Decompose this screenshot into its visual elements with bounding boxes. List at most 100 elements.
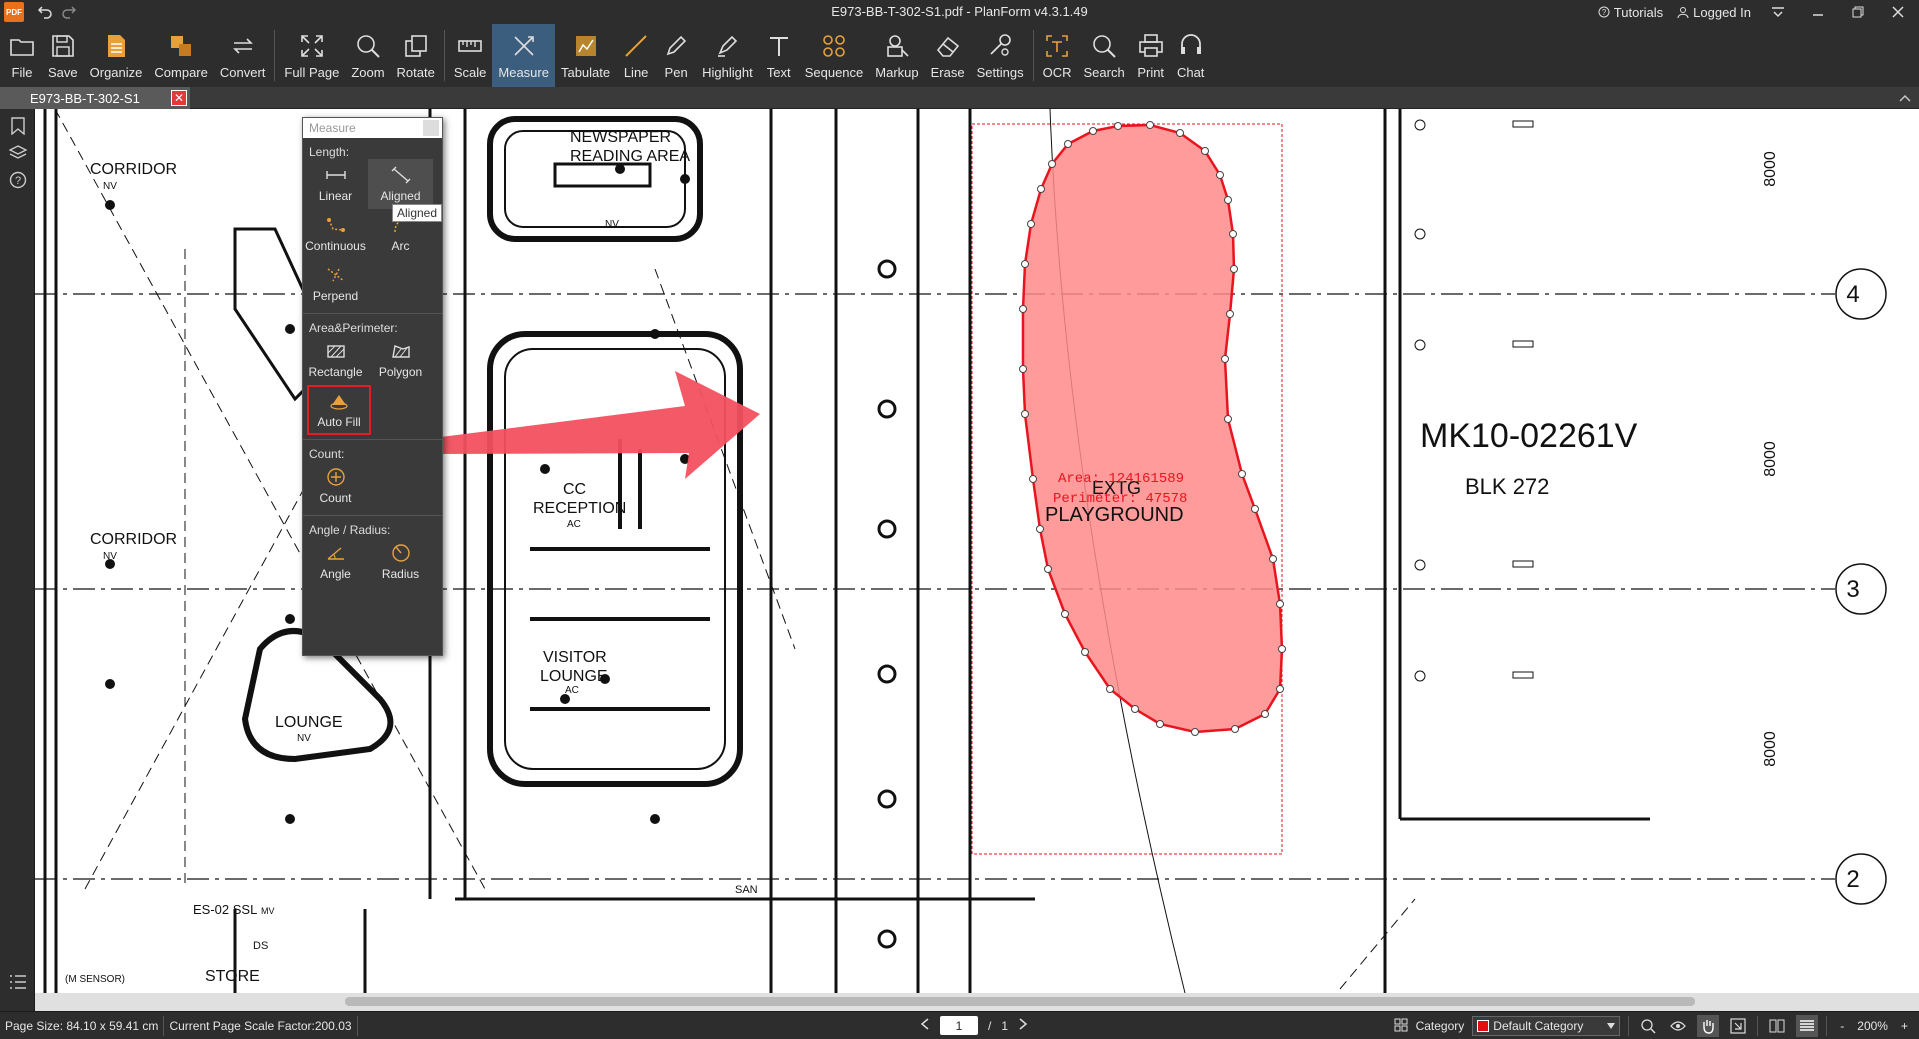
markup-button[interactable]: Markup [869,24,924,87]
prev-page-icon[interactable] [920,1018,930,1033]
chevron-up-icon[interactable] [1899,90,1911,108]
polygon-vertex-handle[interactable] [1224,196,1232,204]
layers-icon[interactable] [7,142,29,164]
text-button[interactable]: Text [759,24,799,87]
print-button[interactable]: Print [1131,24,1171,87]
login-status[interactable]: Logged In [1677,5,1751,20]
polygon-vertex-handle[interactable] [1106,685,1114,693]
file-button[interactable]: File [2,24,42,87]
eye-icon[interactable] [1667,1015,1689,1037]
polygon-vertex-handle[interactable] [1146,121,1154,129]
tabulate-button[interactable]: Tabulate [555,24,616,87]
polygon-vertex-handle[interactable] [1021,260,1029,268]
zoom-region-icon[interactable] [1637,1015,1659,1037]
sequence-button[interactable]: Sequence [799,24,870,87]
polygon-vertex-handle[interactable] [1064,140,1072,148]
polygon-vertex-handle[interactable] [1276,600,1284,608]
full-page-button[interactable]: Full Page [278,24,345,87]
polygon-vertex-handle[interactable] [1019,365,1027,373]
polygon-vertex-handle[interactable] [1276,685,1284,693]
angle-tool-button[interactable]: Angle [303,537,368,587]
bookmark-icon[interactable] [7,115,29,137]
erase-button[interactable]: Erase [925,24,971,87]
polygon-vertex-handle[interactable] [1221,355,1229,363]
ocr-button[interactable]: OCR [1037,24,1078,87]
convert-button[interactable]: Convert [214,24,272,87]
zoom-out-button[interactable]: - [1835,1019,1849,1033]
horizontal-scrollbar[interactable] [35,993,1919,1011]
chat-button[interactable]: Chat [1171,24,1211,87]
polygon-vertex-handle[interactable] [1261,710,1269,718]
polygon-vertex-handle[interactable] [1251,505,1259,513]
measure-button[interactable]: Measure [492,24,555,87]
scale-button[interactable]: Scale [448,24,493,87]
redo-icon[interactable] [58,1,80,23]
continuous-view-icon[interactable] [1796,1015,1819,1037]
polygon-vertex-handle[interactable] [1156,720,1164,728]
polygon-vertex-handle[interactable] [1029,475,1037,483]
select-text-icon[interactable] [1727,1015,1749,1037]
polygon-vertex-handle[interactable] [1226,310,1234,318]
pen-button[interactable]: Pen [656,24,696,87]
zoom-button[interactable]: Zoom [345,24,390,87]
continuous-tool-button[interactable]: Continuous [303,209,368,259]
page-number-input[interactable] [940,1016,978,1035]
polygon-vertex-handle[interactable] [1131,705,1139,713]
rectangle-tool-button[interactable]: Rectangle [303,335,368,385]
zoom-in-button[interactable]: + [1896,1019,1913,1033]
measured-area-polygon[interactable] [1021,123,1284,734]
radius-tool-button[interactable]: Radius [368,537,433,587]
polygon-vertex-handle[interactable] [1201,147,1209,155]
document-tab[interactable]: E973-BB-T-302-S1 [0,87,190,109]
auto-fill-tool-button[interactable]: Auto Fill [307,385,371,435]
polygon-vertex-handle[interactable] [1048,160,1056,168]
close-tab-icon[interactable]: ✕ [171,90,187,106]
polygon-vertex-handle[interactable] [1021,410,1029,418]
polygon-vertex-handle[interactable] [1278,645,1286,653]
polygon-vertex-handle[interactable] [1231,725,1239,733]
undo-icon[interactable] [34,1,56,23]
polygon-vertex-handle[interactable] [1019,305,1027,313]
polygon-vertex-handle[interactable] [1036,525,1044,533]
polygon-vertex-handle[interactable] [1224,415,1232,423]
settings-button[interactable]: Settings [971,24,1030,87]
linear-tool-button[interactable]: Linear [303,159,368,209]
compare-button[interactable]: Compare [148,24,213,87]
polygon-vertex-handle[interactable] [1044,565,1052,573]
polygon-vertex-handle[interactable] [1176,129,1184,137]
single-page-view-icon[interactable] [1766,1015,1788,1037]
search-button[interactable]: Search [1077,24,1130,87]
polygon-vertex-handle[interactable] [1061,610,1069,618]
polygon-vertex-handle[interactable] [1089,127,1097,135]
category-select[interactable]: Default Category [1472,1016,1621,1036]
polygon-vertex-handle[interactable] [1216,171,1224,179]
polygon-vertex-handle[interactable] [1269,555,1277,563]
polygon-vertex-handle[interactable] [1037,185,1045,193]
scrollbar-thumb[interactable] [345,997,1695,1006]
hand-pan-icon[interactable] [1697,1015,1720,1037]
polygon-vertex-handle[interactable] [1081,648,1089,656]
menu-dropdown-button[interactable] [1765,1,1791,23]
aligned-tool-button[interactable]: Aligned [368,159,433,209]
tutorials-link[interactable]: ? Tutorials [1598,5,1663,20]
organize-button[interactable]: Organize [84,24,149,87]
restore-button[interactable] [1845,1,1871,23]
rotate-button[interactable]: Rotate [391,24,441,87]
polygon-vertex-handle[interactable] [1027,220,1035,228]
next-page-icon[interactable] [1018,1018,1028,1033]
close-window-button[interactable] [1885,1,1911,23]
minimize-button[interactable] [1805,1,1831,23]
panel-pin-button[interactable] [423,120,439,136]
polygon-vertex-handle[interactable] [1238,470,1246,478]
polygon-tool-button[interactable]: Polygon [368,335,433,385]
list-icon[interactable] [7,971,29,993]
polygon-vertex-handle[interactable] [1230,265,1238,273]
save-button[interactable]: Save [42,24,84,87]
polygon-vertex-handle[interactable] [1191,728,1199,736]
polygon-vertex-handle[interactable] [1229,230,1237,238]
polygon-vertex-handle[interactable] [1114,122,1122,130]
highlight-button[interactable]: Highlight [696,24,759,87]
count-tool-button[interactable]: Count [303,461,368,511]
perpend-tool-button[interactable]: Perpend [303,259,368,309]
help-icon[interactable]: ? [7,169,29,191]
